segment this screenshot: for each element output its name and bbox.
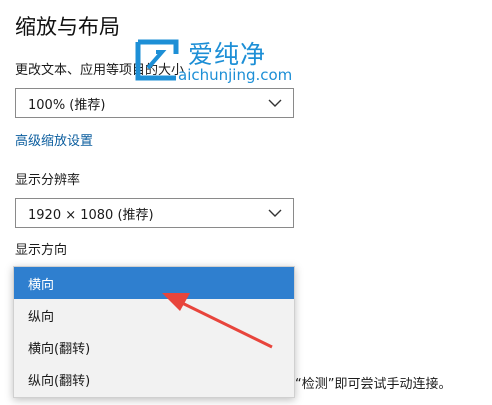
resolution-select-value: 1920 × 1080 (推荐) xyxy=(28,207,154,223)
advanced-scaling-link[interactable]: 高级缩放设置 xyxy=(15,133,93,151)
annotation-arrow-icon xyxy=(150,285,280,359)
scale-select[interactable]: 100% (推荐) xyxy=(15,88,294,118)
watermark-logo-icon xyxy=(132,38,184,86)
orientation-label: 显示方向 xyxy=(15,243,68,258)
section-title-scale-layout: 缩放与布局 xyxy=(15,15,120,39)
chevron-down-icon xyxy=(267,98,283,108)
detect-hint-text: “检测”即可尝试手动连接。 xyxy=(295,377,452,392)
watermark-url: aichunjing.com xyxy=(178,66,293,84)
scale-select-value: 100% (推荐) xyxy=(28,97,106,113)
orientation-option-portrait-flipped[interactable]: 纵向(翻转) xyxy=(14,363,294,395)
resolution-label: 显示分辨率 xyxy=(15,173,81,188)
chevron-down-icon xyxy=(267,208,283,218)
resolution-select[interactable]: 1920 × 1080 (推荐) xyxy=(15,198,294,228)
